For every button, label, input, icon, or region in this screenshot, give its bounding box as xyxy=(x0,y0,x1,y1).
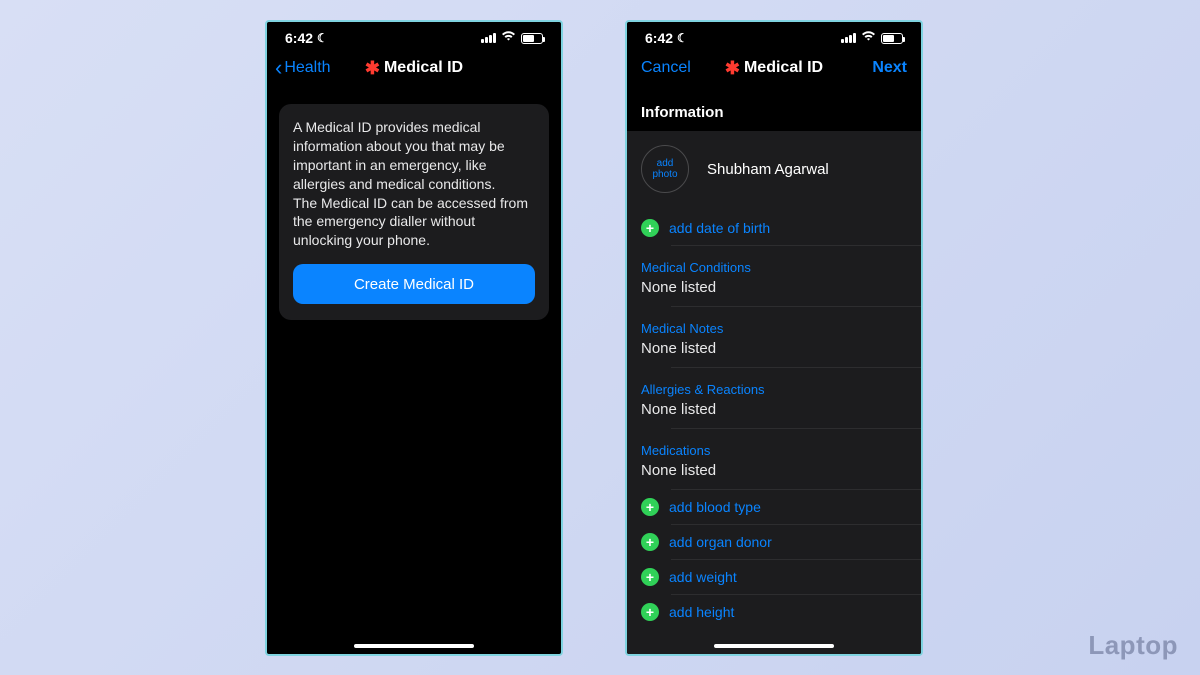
add-photo-button[interactable]: add photo xyxy=(641,145,689,193)
cellular-signal-icon xyxy=(481,33,496,43)
info-card-text: A Medical ID provides medical informatio… xyxy=(293,118,535,250)
nav-bar: ‹ Health ✱ Medical ID xyxy=(267,50,561,90)
profile-name[interactable]: Shubham Agarwal xyxy=(707,161,829,178)
add-height-label: add height xyxy=(669,604,734,620)
medical-id-star-icon: ✱ xyxy=(365,58,380,79)
profile-row: add photo Shubham Agarwal xyxy=(627,131,921,211)
chevron-left-icon: ‹ xyxy=(275,57,282,79)
field-medical-conditions[interactable]: Medical Conditions None listed xyxy=(627,246,921,306)
battery-icon xyxy=(521,33,543,44)
create-medical-id-button[interactable]: Create Medical ID xyxy=(293,264,535,304)
cancel-button[interactable]: Cancel xyxy=(641,59,691,77)
add-date-of-birth-row[interactable]: + add date of birth xyxy=(627,211,921,245)
home-indicator[interactable] xyxy=(714,644,834,648)
battery-icon xyxy=(881,33,903,44)
info-card: A Medical ID provides medical informatio… xyxy=(279,104,549,320)
field-label: Medical Notes xyxy=(641,321,907,336)
status-bar: 6:42 ☾ xyxy=(267,22,561,50)
wifi-icon xyxy=(861,31,876,45)
field-medications[interactable]: Medications None listed xyxy=(627,429,921,489)
phone-left: 6:42 ☾ ‹ Health ✱ Medical ID A Medic xyxy=(265,20,563,656)
medical-id-star-icon: ✱ xyxy=(725,58,740,79)
add-organ-donor-row[interactable]: + add organ donor xyxy=(627,525,921,559)
cellular-signal-icon xyxy=(841,33,856,43)
status-time: 6:42 xyxy=(285,30,313,46)
create-button-label: Create Medical ID xyxy=(354,276,474,293)
section-header-information: Information xyxy=(627,90,921,131)
watermark: Laptop xyxy=(1088,630,1178,661)
add-weight-label: add weight xyxy=(669,569,737,585)
plus-icon: + xyxy=(641,603,659,621)
add-organ-label: add organ donor xyxy=(669,534,772,550)
field-value: None listed xyxy=(641,279,907,296)
field-value: None listed xyxy=(641,340,907,357)
do-not-disturb-icon: ☾ xyxy=(317,31,328,45)
plus-icon: + xyxy=(641,219,659,237)
nav-bar: Cancel ✱ Medical ID Next xyxy=(627,50,921,90)
page-title: Medical ID xyxy=(744,59,823,77)
add-height-row[interactable]: + add height xyxy=(627,595,921,629)
field-allergies[interactable]: Allergies & Reactions None listed xyxy=(627,368,921,428)
status-bar: 6:42 ☾ xyxy=(627,22,921,50)
add-blood-type-row[interactable]: + add blood type xyxy=(627,490,921,524)
field-label: Allergies & Reactions xyxy=(641,382,907,397)
phone-right: 6:42 ☾ Cancel ✱ Medical ID Next Informat… xyxy=(625,20,923,656)
plus-icon: + xyxy=(641,498,659,516)
status-time: 6:42 xyxy=(645,30,673,46)
plus-icon: + xyxy=(641,533,659,551)
back-button[interactable]: ‹ Health xyxy=(275,57,331,79)
field-medical-notes[interactable]: Medical Notes None listed xyxy=(627,307,921,367)
add-blood-label: add blood type xyxy=(669,499,761,515)
field-label: Medications xyxy=(641,443,907,458)
home-indicator[interactable] xyxy=(354,644,474,648)
field-label: Medical Conditions xyxy=(641,260,907,275)
plus-icon: + xyxy=(641,568,659,586)
wifi-icon xyxy=(501,31,516,45)
page-title: Medical ID xyxy=(384,59,463,77)
back-label: Health xyxy=(284,59,330,77)
add-weight-row[interactable]: + add weight xyxy=(627,560,921,594)
field-value: None listed xyxy=(641,462,907,479)
next-button[interactable]: Next xyxy=(872,59,907,77)
add-dob-label: add date of birth xyxy=(669,220,770,236)
form-body: add photo Shubham Agarwal + add date of … xyxy=(627,131,921,656)
field-value: None listed xyxy=(641,401,907,418)
do-not-disturb-icon: ☾ xyxy=(677,31,688,45)
